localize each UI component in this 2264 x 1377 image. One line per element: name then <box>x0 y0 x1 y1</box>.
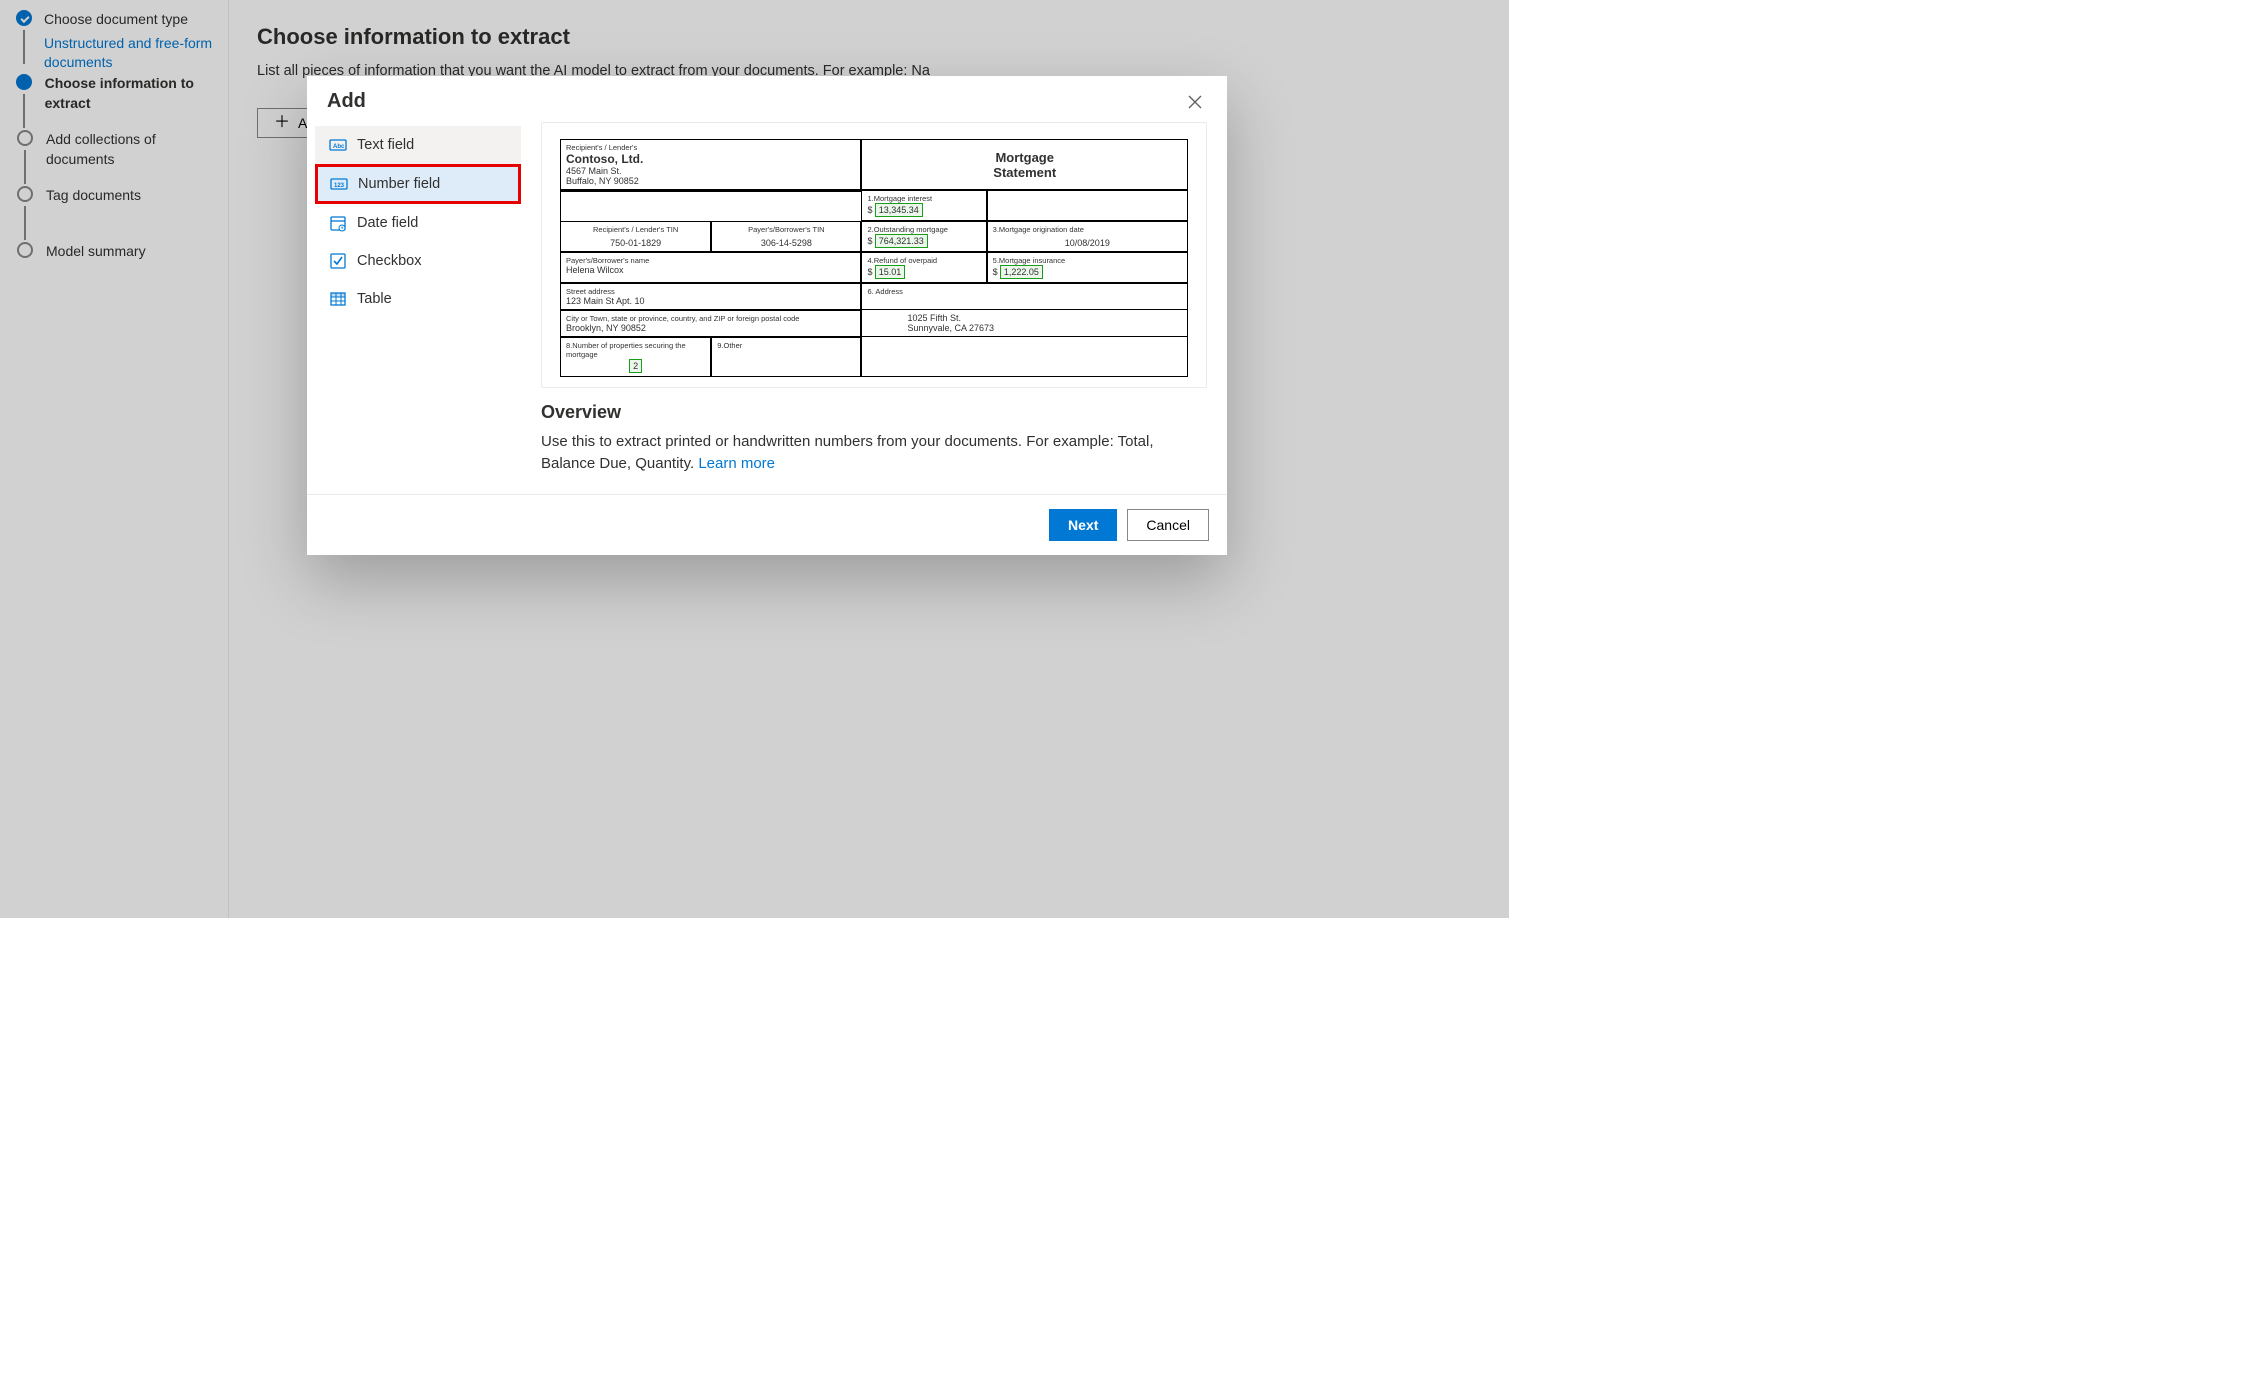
date-field-icon <box>329 214 347 232</box>
number-field-icon: 123 <box>330 175 348 193</box>
field-type-label: Table <box>357 291 392 307</box>
overview-text: Use this to extract printed or handwritt… <box>541 433 1154 472</box>
cancel-button[interactable]: Cancel <box>1127 509 1209 541</box>
preview-title: Statement <box>867 165 1182 180</box>
field-type-label: Date field <box>357 215 418 231</box>
dialog-title: Add <box>327 90 366 113</box>
field-type-number[interactable]: 123 Number field <box>315 164 521 204</box>
field-type-table[interactable]: Table <box>315 280 521 318</box>
close-button[interactable] <box>1183 90 1207 114</box>
preview-text: Buffalo, NY 90852 <box>566 176 855 186</box>
preview-label: 6. Address <box>867 287 1182 296</box>
preview-text: Sunnyvale, CA 27673 <box>907 323 1182 333</box>
preview-title: Mortgage <box>867 150 1182 165</box>
svg-text:Abc: Abc <box>333 144 345 150</box>
preview-label: 5.Mortgage insurance <box>993 256 1182 265</box>
field-type-label: Text field <box>357 137 414 153</box>
preview-number-highlight: 764,321.33 <box>875 234 928 248</box>
preview-text: 750-01-1829 <box>566 238 705 248</box>
learn-more-link[interactable]: Learn more <box>698 455 775 472</box>
preview-label: 4.Refund of overpaid <box>867 256 980 265</box>
next-button[interactable]: Next <box>1049 509 1117 541</box>
preview-label: Recipient's / Lender's <box>566 143 855 152</box>
preview-number-highlight: 13,345.34 <box>875 203 923 217</box>
add-field-dialog: Add Abc Text field 123 Number field <box>307 76 1227 555</box>
preview-text: 1025 Fifth St. <box>907 313 1182 323</box>
svg-text:123: 123 <box>334 183 345 189</box>
preview-text: 306-14-5298 <box>717 238 855 248</box>
field-type-date[interactable]: Date field <box>315 204 521 242</box>
preview-label: 3.Mortgage origination date <box>993 225 1182 234</box>
field-type-list: Abc Text field 123 Number field Date fie… <box>315 122 521 494</box>
preview-label: City or Town, state or province, country… <box>566 314 855 323</box>
preview-label: 8.Number of properties securing the mort… <box>566 341 705 359</box>
preview-document: Recipient's / Lender's Contoso, Ltd. 456… <box>541 122 1207 388</box>
field-type-text[interactable]: Abc Text field <box>315 126 521 164</box>
overview-description: Use this to extract printed or handwritt… <box>541 431 1207 475</box>
preview-label: Payer's/Borrower's TIN <box>717 225 855 234</box>
preview-number-highlight: 2 <box>629 359 642 373</box>
preview-label: Payer's/Borrower's name <box>566 256 855 265</box>
preview-label: Recipient's / Lender's TIN <box>566 225 705 234</box>
field-type-label: Checkbox <box>357 253 421 269</box>
preview-label: 2.Outstanding mortgage <box>867 225 980 234</box>
text-field-icon: Abc <box>329 136 347 154</box>
field-type-checkbox[interactable]: Checkbox <box>315 242 521 280</box>
preview-text: 10/08/2019 <box>993 238 1182 248</box>
close-icon <box>1188 95 1202 109</box>
preview-text: Helena Wilcox <box>566 265 855 275</box>
field-type-label: Number field <box>358 176 440 192</box>
preview-number-highlight: 1,222.05 <box>1000 265 1043 279</box>
overview-heading: Overview <box>541 402 1207 423</box>
preview-label: Street address <box>566 287 855 296</box>
preview-company: Contoso, Ltd. <box>566 152 855 166</box>
preview-text: 4567 Main St. <box>566 166 855 176</box>
preview-label: 9.Other <box>717 341 855 350</box>
preview-text: Brooklyn, NY 90852 <box>566 323 855 333</box>
preview-text: 123 Main St Apt. 10 <box>566 296 855 306</box>
table-icon <box>329 290 347 308</box>
preview-label: 1.Mortgage interest <box>867 194 980 203</box>
checkbox-icon <box>329 252 347 270</box>
preview-number-highlight: 15.01 <box>875 265 906 279</box>
